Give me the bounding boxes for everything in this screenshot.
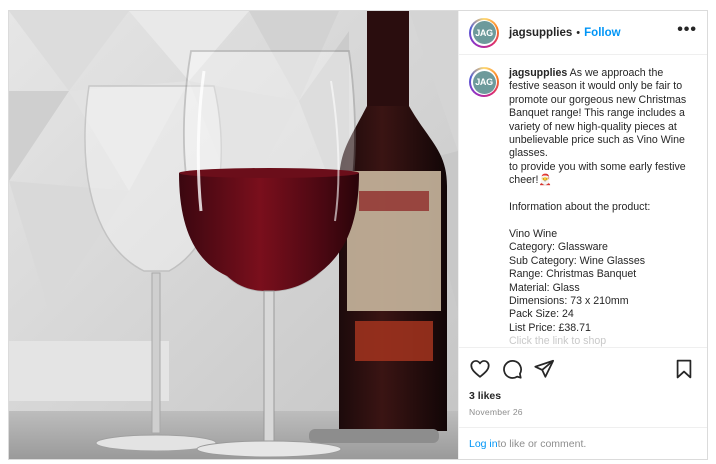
more-options-icon[interactable]: ••• [677,21,697,45]
post-actions: 3 likes November 26 [459,347,707,417]
caption-avatar-ring: JAG [471,69,497,95]
share-icon[interactable] [533,358,555,380]
caption-area[interactable]: JAG jagsupplies As we approach the festi… [459,55,707,347]
comment-prompt-text: to like or comment. [497,437,587,450]
post-caption: jagsupplies As we approach the festive s… [509,67,695,347]
caption-avatar[interactable]: JAG [469,67,499,97]
comment-icon[interactable] [501,358,523,380]
comment-prompt: Log in to like or comment. [459,427,707,459]
caption-truncated-text: Click the link to shop [509,335,607,348]
follow-button[interactable]: Follow [584,27,620,39]
post-dialog: JAG jagsupplies • Follow ••• JAG jagsupp… [8,10,708,460]
likes-count[interactable]: 3 likes [469,390,695,402]
separator-dot: • [576,26,581,39]
post-photo[interactable] [9,11,458,459]
login-link[interactable]: Log in [469,438,498,450]
post-side-panel: JAG jagsupplies • Follow ••• JAG jagsupp… [458,11,707,459]
wine-glasses-photo [9,11,458,459]
post-date[interactable]: November 26 [469,407,695,417]
caption-username[interactable]: jagsupplies [509,67,567,79]
caption-text: As we approach the festive season it wou… [509,67,687,334]
avatar-logo: JAG [472,21,496,44]
avatar[interactable]: JAG [469,17,499,48]
action-icons-row [469,356,695,382]
heart-icon[interactable] [469,358,491,380]
username-link[interactable]: jagsupplies [509,27,572,39]
caption-avatar-logo: JAG [472,70,496,94]
avatar-ring: JAG [471,19,497,46]
bookmark-icon[interactable] [673,358,695,380]
post-header: JAG jagsupplies • Follow ••• [459,11,707,55]
